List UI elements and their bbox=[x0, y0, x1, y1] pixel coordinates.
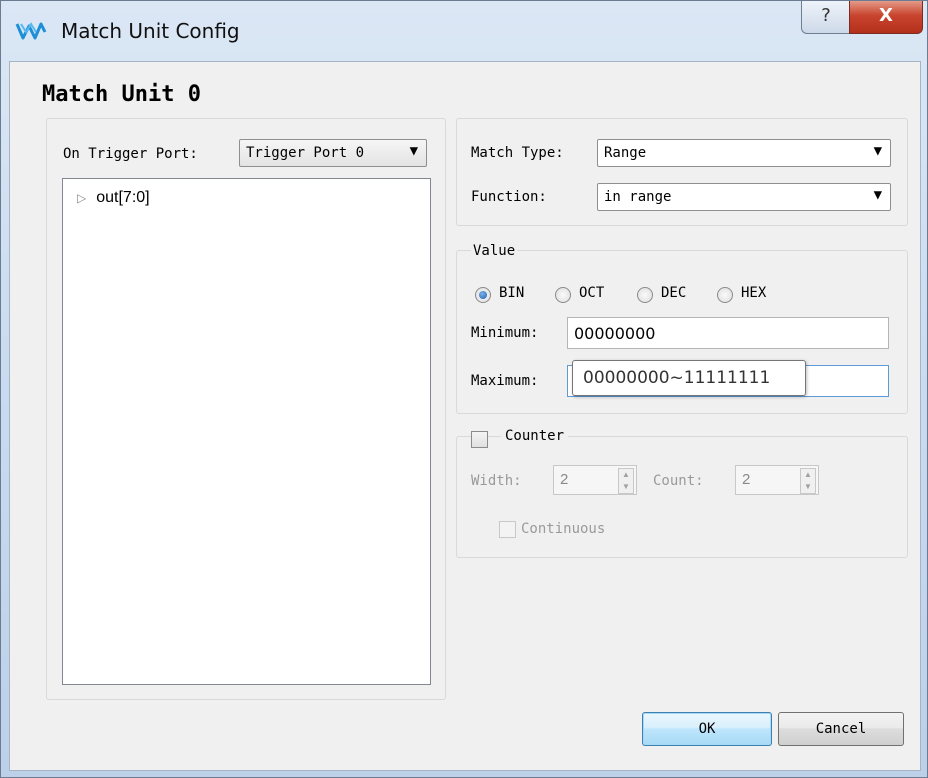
minimum-input[interactable]: 00000000 bbox=[567, 317, 889, 349]
maximum-label: Maximum: bbox=[471, 373, 539, 389]
spin-arrows-icon[interactable]: ▲ ▼ bbox=[618, 468, 634, 494]
expand-triangle-icon[interactable]: ▷ bbox=[77, 191, 86, 205]
minimum-label: Minimum: bbox=[471, 325, 539, 341]
radio-dec-label: DEC bbox=[661, 285, 687, 301]
window-title: Match Unit Config bbox=[61, 19, 240, 43]
continuous-label: Continuous bbox=[521, 521, 606, 537]
radio-dec[interactable] bbox=[637, 287, 653, 303]
counter-checkbox[interactable] bbox=[471, 431, 488, 448]
continuous-checkbox[interactable] bbox=[499, 521, 516, 538]
dialog-body: Match Unit 0 On Trigger Port: Trigger Po… bbox=[9, 61, 921, 771]
function-label: Function: bbox=[471, 189, 547, 205]
count-spinbox[interactable]: 2 ▲ ▼ bbox=[735, 465, 819, 495]
close-button[interactable]: X bbox=[849, 1, 923, 34]
count-label: Count: bbox=[653, 473, 704, 489]
width-label: Width: bbox=[471, 473, 522, 489]
cancel-button[interactable]: Cancel bbox=[778, 712, 904, 746]
counter-label: Counter bbox=[501, 428, 569, 444]
signal-tree[interactable]: ▷ out[7:0] bbox=[62, 178, 431, 685]
tree-item-label: out[7:0] bbox=[96, 189, 150, 206]
tree-item[interactable]: ▷ out[7:0] bbox=[77, 189, 150, 207]
radio-bin[interactable] bbox=[475, 287, 491, 303]
page-title: Match Unit 0 bbox=[42, 82, 201, 107]
function-select[interactable]: in range ▼ bbox=[597, 183, 891, 211]
counter-group: Counter Width: 2 ▲ ▼ Count: 2 ▲ ▼ Continuo… bbox=[456, 428, 908, 558]
value-group-title: Value bbox=[471, 243, 518, 259]
match-type-label: Match Type: bbox=[471, 145, 564, 161]
close-icon: X bbox=[879, 5, 893, 26]
chevron-down-icon: ▼ bbox=[409, 143, 418, 159]
trigger-port-select[interactable]: Trigger Port 0 ▼ bbox=[239, 139, 427, 167]
spin-arrows-icon[interactable]: ▲ ▼ bbox=[800, 468, 816, 494]
chevron-down-icon: ▼ bbox=[873, 187, 882, 203]
title-bar[interactable]: Match Unit Config ? X bbox=[1, 1, 927, 61]
radio-hex[interactable] bbox=[717, 287, 733, 303]
radio-hex-label: HEX bbox=[741, 285, 767, 301]
trigger-port-label: On Trigger Port: bbox=[63, 146, 198, 162]
help-icon: ? bbox=[821, 5, 831, 26]
width-spinbox[interactable]: 2 ▲ ▼ bbox=[553, 465, 637, 495]
help-button[interactable]: ? bbox=[801, 1, 851, 34]
chevron-down-icon: ▼ bbox=[873, 143, 882, 159]
radio-oct-label: OCT bbox=[579, 285, 605, 301]
app-logo-icon bbox=[15, 22, 47, 40]
match-settings-group: Match Type: Range ▼ Function: in range ▼ bbox=[456, 118, 908, 226]
match-type-select[interactable]: Range ▼ bbox=[597, 139, 891, 167]
range-tooltip: 00000000~11111111 bbox=[572, 360, 806, 396]
radio-oct[interactable] bbox=[555, 287, 571, 303]
ok-button[interactable]: OK bbox=[642, 712, 772, 746]
radio-bin-label: BIN bbox=[499, 285, 525, 301]
